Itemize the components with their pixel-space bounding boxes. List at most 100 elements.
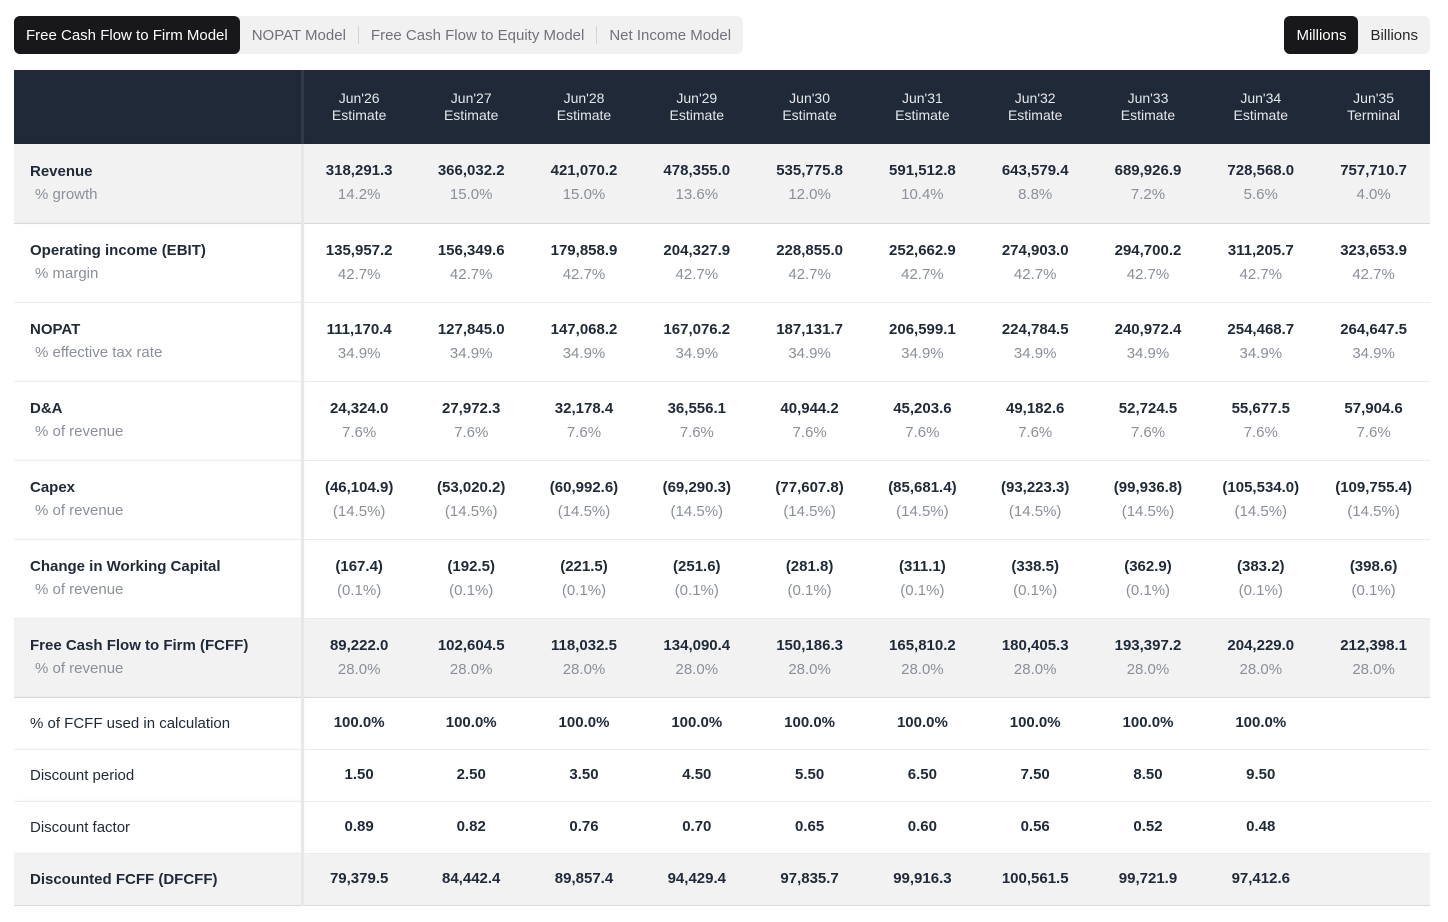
cell-subvalue: 34.9% — [337, 344, 381, 362]
value-cell: 228,855.0 42.7% — [753, 223, 866, 303]
value-cell: 0.52 — [1091, 801, 1205, 854]
column-type: Estimate — [443, 107, 499, 123]
cell-subvalue: 42.7% — [562, 265, 606, 283]
cell-subvalue: 34.9% — [562, 344, 606, 362]
cell-subvalue: (0.1%) — [1013, 581, 1058, 599]
value-cell: 99,721.9 — [1091, 853, 1205, 906]
cell-value: (311.1) — [899, 557, 946, 575]
cell-value: 167,076.2 — [663, 320, 731, 338]
unit-selector: Millions Billions — [1284, 16, 1430, 54]
cell-value: 318,291.3 — [325, 162, 393, 180]
cell-value: 224,784.5 — [1001, 320, 1069, 338]
value-cell: 118,032.5 28.0% — [527, 618, 641, 698]
cell-value: 94,429.4 — [667, 870, 726, 887]
cell-subvalue: 4.0% — [1356, 186, 1391, 204]
value-cell: 0.70 — [640, 801, 754, 854]
value-cell: 150,186.3 28.0% — [753, 618, 866, 698]
table-row-nopat: NOPAT% effective tax rate 111,170.4 34.9% 1… — [14, 302, 1430, 382]
value-cell: 100.0% — [1091, 697, 1205, 750]
cell-value: 27,972.3 — [442, 399, 501, 417]
cell-value: 9.50 — [1246, 766, 1276, 783]
column-type: Estimate — [782, 107, 837, 123]
cell-subvalue: 15.0% — [449, 186, 493, 204]
value-cell: 204,327.9 42.7% — [640, 223, 754, 303]
cell-subvalue: 28.0% — [1239, 660, 1283, 678]
cell-value: 294,700.2 — [1114, 241, 1182, 259]
cell-value: 728,568.0 — [1227, 162, 1295, 180]
row-label-cell: % of FCFF used in calculation — [14, 697, 304, 750]
cell-subvalue: 14.2% — [337, 186, 381, 204]
cell-subvalue: 28.0% — [1352, 660, 1395, 678]
cell-subvalue: 42.7% — [901, 265, 944, 283]
cell-value: 7.50 — [1020, 766, 1050, 783]
value-cell: 318,291.3 14.2% — [302, 144, 415, 224]
tab-fcfe-model[interactable]: Free Cash Flow to Equity Model — [359, 16, 596, 54]
value-cell — [1317, 697, 1430, 750]
unit-billions-button[interactable]: Billions — [1358, 16, 1430, 54]
tab-net-income-model[interactable]: Net Income Model — [597, 16, 743, 54]
cell-subvalue: 42.7% — [449, 265, 493, 283]
value-cell: 24,324.0 7.6% — [302, 381, 415, 461]
cell-subvalue: 7.6% — [679, 423, 714, 441]
value-cell: 99,916.3 — [865, 853, 979, 906]
cell-value: 6.50 — [907, 766, 937, 783]
value-cell: 8.50 — [1091, 749, 1205, 802]
cell-value: (93,223.3) — [1000, 478, 1070, 496]
value-cell: (398.6) (0.1%) — [1317, 539, 1430, 619]
cell-value: 0.70 — [682, 818, 712, 835]
value-cell — [1317, 749, 1430, 802]
value-cell: 274,903.0 42.7% — [978, 223, 1092, 303]
value-cell: (362.9) (0.1%) — [1091, 539, 1205, 619]
tab-nopat-model[interactable]: NOPAT Model — [240, 16, 358, 54]
cell-subvalue: 28.0% — [901, 660, 944, 678]
value-cell: 49,182.6 7.6% — [978, 381, 1092, 461]
cell-value: 1.50 — [344, 766, 374, 783]
cell-value: 4.50 — [682, 766, 712, 783]
value-cell: (192.5) (0.1%) — [414, 539, 528, 619]
table-row-discount-factor: Discount factor 0.89 0.82 0.76 0.70 0.65 0.60 0… — [14, 801, 1430, 854]
cell-value: 689,926.9 — [1114, 162, 1182, 180]
row-label-cell: Capex % of revenue — [14, 460, 304, 540]
value-cell: 156,349.6 42.7% — [414, 223, 528, 303]
value-cell: (99,936.8) (14.5%) — [1091, 460, 1205, 540]
cell-subvalue: 42.7% — [1239, 265, 1283, 283]
cell-subvalue: 42.7% — [337, 265, 381, 283]
row-label-cell: Discount factor — [14, 801, 304, 854]
cell-value: 0.56 — [1020, 818, 1050, 835]
cell-value: (221.5) — [560, 557, 608, 575]
unit-millions-button[interactable]: Millions — [1284, 16, 1359, 54]
value-cell: 240,972.4 34.9% — [1091, 302, 1205, 382]
top-toolbar: Free Cash Flow to Firm Model NOPAT Model… — [14, 16, 1430, 54]
cell-subvalue: 7.6% — [566, 423, 602, 441]
column-header: Jun'34 Estimate — [1204, 70, 1318, 144]
value-cell: 100.0% — [414, 697, 528, 750]
row-label: Discounted FCFF (DFCFF) — [30, 870, 218, 888]
cell-subvalue: 34.9% — [1352, 344, 1395, 362]
value-cell: 323,653.9 42.7% — [1317, 223, 1430, 303]
cell-value: 274,903.0 — [1001, 241, 1069, 259]
cell-subvalue: 13.6% — [675, 186, 719, 204]
cell-subvalue: (14.5%) — [1008, 502, 1062, 520]
row-sublabel: % of revenue — [35, 502, 124, 519]
cell-value: 179,858.9 — [550, 241, 618, 259]
cell-value: 89,222.0 — [329, 636, 389, 654]
cell-value: 127,845.0 — [437, 320, 505, 338]
column-type: Terminal — [1347, 107, 1401, 123]
cell-value: 100.0% — [671, 714, 723, 731]
cell-value: 55,677.5 — [1231, 399, 1290, 417]
row-sublabel: % of revenue — [35, 581, 124, 598]
column-type: Estimate — [1233, 107, 1288, 123]
row-label-cell: NOPAT % effective tax rate — [14, 302, 304, 382]
cell-value: 757,710.7 — [1340, 162, 1407, 180]
cell-subvalue: (0.1%) — [1238, 581, 1283, 599]
value-cell: 135,957.2 42.7% — [302, 223, 415, 303]
cell-subvalue: 7.6% — [342, 423, 377, 441]
cell-subvalue: (0.1%) — [449, 581, 494, 599]
tab-fcff-model[interactable]: Free Cash Flow to Firm Model — [14, 16, 240, 54]
value-cell: 100.0% — [978, 697, 1092, 750]
row-sublabel: % growth — [35, 185, 98, 203]
cell-subvalue: (0.1%) — [787, 581, 832, 599]
value-cell: 100.0% — [527, 697, 641, 750]
column-header: Jun'32 Estimate — [978, 70, 1092, 144]
value-cell: 36,556.1 7.6% — [640, 381, 754, 461]
